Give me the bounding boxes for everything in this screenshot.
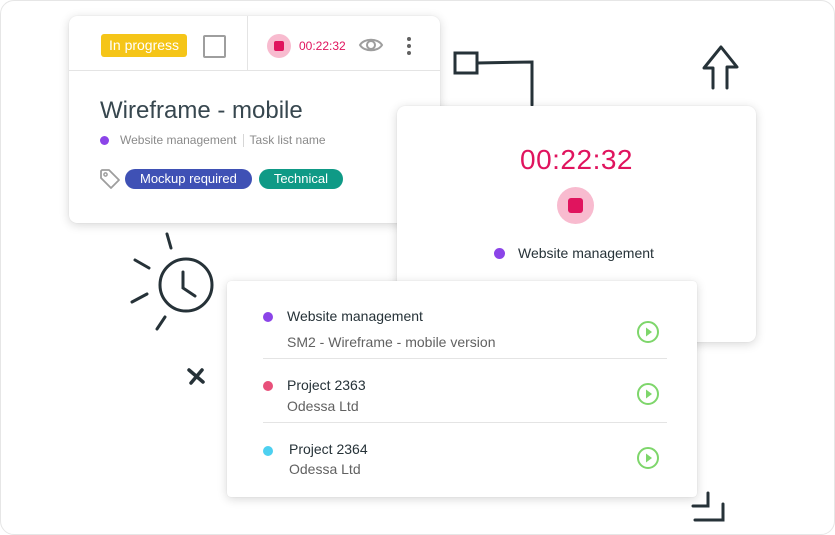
checkbox-icon[interactable] [203, 35, 226, 58]
project-name[interactable]: Website management [120, 133, 237, 147]
eye-icon[interactable] [358, 36, 384, 54]
project-color-dot [263, 381, 273, 391]
cross-doodle-icon [187, 368, 205, 385]
play-icon[interactable] [636, 382, 660, 406]
toolbar-divider [247, 16, 248, 71]
list-item-subtitle: Odessa Ltd [289, 461, 361, 477]
list-item[interactable]: Project 2363 Odessa Ltd [263, 377, 665, 417]
list-divider [263, 358, 667, 359]
status-badge[interactable]: In progress [101, 34, 188, 57]
list-item-subtitle: SM2 - Wireframe - mobile version [287, 334, 496, 350]
recent-timers-list: Website management SM2 - Wireframe - mob… [227, 281, 697, 497]
timer-project: Website management [494, 245, 654, 261]
play-icon[interactable] [636, 446, 660, 470]
list-item[interactable]: Project 2364 Odessa Ltd [263, 441, 665, 481]
project-color-dot [494, 247, 505, 259]
list-item-title: Project 2364 [289, 441, 368, 457]
clock-doodle-icon [130, 232, 214, 331]
task-meta: Website management Task list name [100, 133, 326, 147]
project-color-dot [100, 135, 109, 145]
connector-doodle-icon [453, 51, 534, 107]
stop-timer-button[interactable] [267, 34, 291, 58]
tag-icon[interactable] [99, 168, 121, 190]
meta-divider [242, 133, 244, 147]
task-title: Wireframe - mobile [100, 97, 303, 124]
task-list-name[interactable]: Task list name [250, 133, 326, 147]
list-item[interactable]: Website management SM2 - Wireframe - mob… [263, 308, 665, 358]
task-toolbar: In progress 00:22:32 [69, 16, 440, 71]
timer-display: 00:22:32 [520, 144, 633, 175]
tag-chip[interactable]: Technical [258, 169, 344, 189]
more-vert-icon[interactable] [407, 37, 411, 58]
arrow-up-doodle-icon [702, 45, 739, 90]
project-color-dot [263, 446, 273, 456]
timer-project-name[interactable]: Website management [518, 245, 654, 261]
list-item-title: Website management [287, 308, 423, 324]
play-icon[interactable] [636, 320, 660, 344]
tag-chip[interactable]: Mockup required [125, 169, 252, 189]
project-color-dot [263, 312, 273, 322]
stop-timer-button[interactable] [557, 187, 594, 224]
task-timer: 00:22:32 [299, 39, 346, 53]
list-item-title: Project 2363 [287, 377, 366, 393]
tags-row: Mockup required Technical [99, 168, 350, 190]
list-item-subtitle: Odessa Ltd [287, 398, 359, 414]
list-divider [263, 422, 667, 423]
task-card[interactable]: In progress 00:22:32 Wireframe - mobile … [69, 16, 440, 223]
